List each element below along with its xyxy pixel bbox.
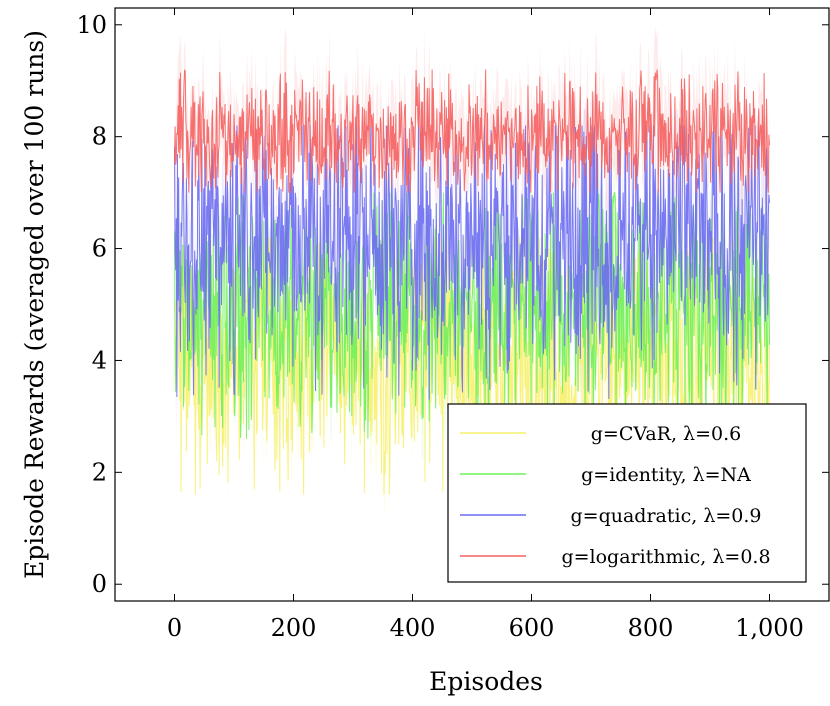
- y-tick-label: 2: [92, 458, 107, 486]
- x-axis-label: Episodes: [429, 667, 543, 696]
- legend: g=CVaR, λ=0.6 g=identity, λ=NA g=quadratic…: [447, 403, 807, 583]
- y-tick-label: 4: [92, 346, 107, 374]
- legend-entry: g=logarithmic, λ=0.8: [561, 546, 770, 568]
- y-tick-label: 0: [92, 570, 107, 598]
- chart-svg: 0 200 400 600 800 1,000 0 2 4 6 8 10 Episodes Episode…: [20, 7, 830, 696]
- y-axis-label: Episode Rewards (averaged over 100 runs): [20, 30, 49, 579]
- legend-entry: g=quadratic, λ=0.9: [571, 505, 762, 527]
- x-tick-label: 800: [628, 614, 674, 642]
- y-tick-label: 8: [92, 123, 107, 151]
- x-tick-label: 600: [509, 614, 555, 642]
- x-tick-label: 200: [271, 614, 317, 642]
- legend-entry: g=CVaR, λ=0.6: [591, 423, 742, 445]
- x-tick-label: 1,000: [735, 614, 804, 642]
- x-tick-label: 0: [167, 614, 182, 642]
- y-tick-label: 10: [76, 11, 107, 39]
- y-tick-label: 6: [92, 235, 107, 263]
- chart: 0 200 400 600 800 1,000 0 2 4 6 8 10 Episodes Episode…: [0, 0, 830, 706]
- legend-entry: g=identity, λ=NA: [581, 464, 751, 486]
- x-tick-label: 400: [390, 614, 436, 642]
